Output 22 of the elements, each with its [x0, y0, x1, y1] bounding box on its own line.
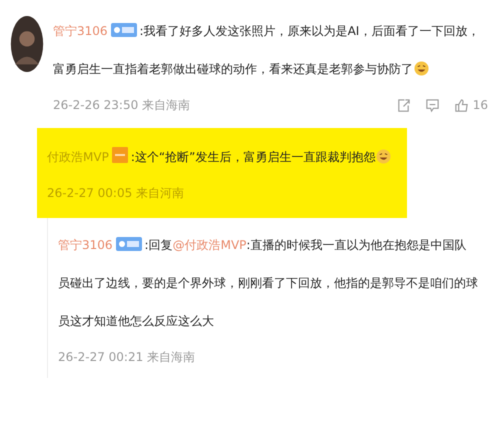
- reply-location: 来自河南: [136, 184, 184, 202]
- comment-location: 来自海南: [142, 96, 190, 114]
- username-link[interactable]: 管宁3106: [53, 24, 108, 38]
- like-icon[interactable]: [454, 98, 469, 112]
- like-count: 16: [472, 98, 488, 112]
- comment-time: 26-2-26 23:50: [53, 98, 138, 112]
- username-link[interactable]: 付政浩MVP: [47, 150, 109, 164]
- fan-badge-icon: [110, 23, 137, 37]
- laughing-emoji-icon: [414, 61, 429, 76]
- fan-badge-icon: [116, 237, 142, 251]
- reply-time: 26-2-27 00:05: [47, 186, 132, 200]
- author-badge-icon: [112, 147, 128, 163]
- reply-text: 管宁3106 :回复@付政浩MVP:直播的时候我一直以为他在抱怨是中国队员碰出了边线，要的是个界外球，刚刚看了下回放，他指的是郭导不是咱们的球员这才知道他怎么反应这么大: [58, 236, 478, 330]
- laughing-emoji-icon: [376, 149, 392, 164]
- comment-text: 管宁3106 :我看了好多人发这张照片，原来以为是AI，后面看了一下回放，富勇启生一直指着老郭做出碰球的动作，看来还真是老郭参与协防了: [53, 22, 480, 78]
- comment-icon[interactable]: [424, 98, 440, 112]
- share-icon[interactable]: [396, 98, 411, 112]
- mention-link[interactable]: @付政浩MVP: [172, 238, 246, 252]
- reply-location: 来自海南: [147, 348, 196, 366]
- reply-text: 付政浩MVP :这个“抢断”发生后，富勇启生一直跟裁判抱怨: [47, 136, 397, 176]
- username-link[interactable]: 管宁3106: [58, 238, 113, 252]
- reply-time: 26-2-27 00:21: [58, 350, 144, 364]
